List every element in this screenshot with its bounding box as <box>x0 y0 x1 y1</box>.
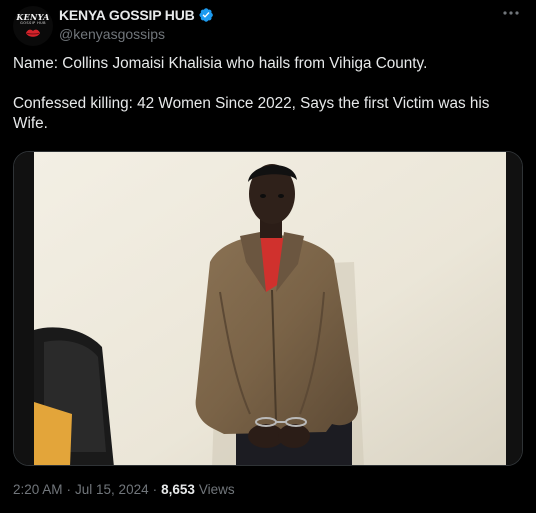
tweet-meta: 2:20 AM · Jul 15, 2024 · 8,653 Views <box>13 482 235 497</box>
verified-badge-icon <box>199 8 213 22</box>
meta-separator-2: · <box>152 482 158 497</box>
tweet-photo[interactable] <box>13 151 523 466</box>
more-options-icon[interactable] <box>499 6 523 24</box>
tweet-date[interactable]: Jul 15, 2024 <box>75 482 149 497</box>
author-name-line: KENYA GOSSIP HUB <box>59 6 214 24</box>
tweet-header: KENYA GOSSIP HUB KENYA GOSSIP HUB @kenya… <box>13 6 523 46</box>
avatar[interactable]: KENYA GOSSIP HUB <box>13 6 53 46</box>
views-count[interactable]: 8,653 <box>161 482 195 497</box>
lips-icon <box>26 29 40 37</box>
author-display-name[interactable]: KENYA GOSSIP HUB <box>59 7 195 23</box>
author-handle[interactable]: @kenyasgossips <box>59 26 165 42</box>
photo-illustration <box>14 152 522 465</box>
meta-separator: · <box>66 482 72 497</box>
tweet-text: Name: Collins Jomaisi Khalisia who hails… <box>13 55 490 132</box>
tweet-time[interactable]: 2:20 AM <box>13 482 63 497</box>
views-label[interactable]: Views <box>199 482 235 497</box>
avatar-logo-subtext: GOSSIP HUB <box>20 21 46 25</box>
